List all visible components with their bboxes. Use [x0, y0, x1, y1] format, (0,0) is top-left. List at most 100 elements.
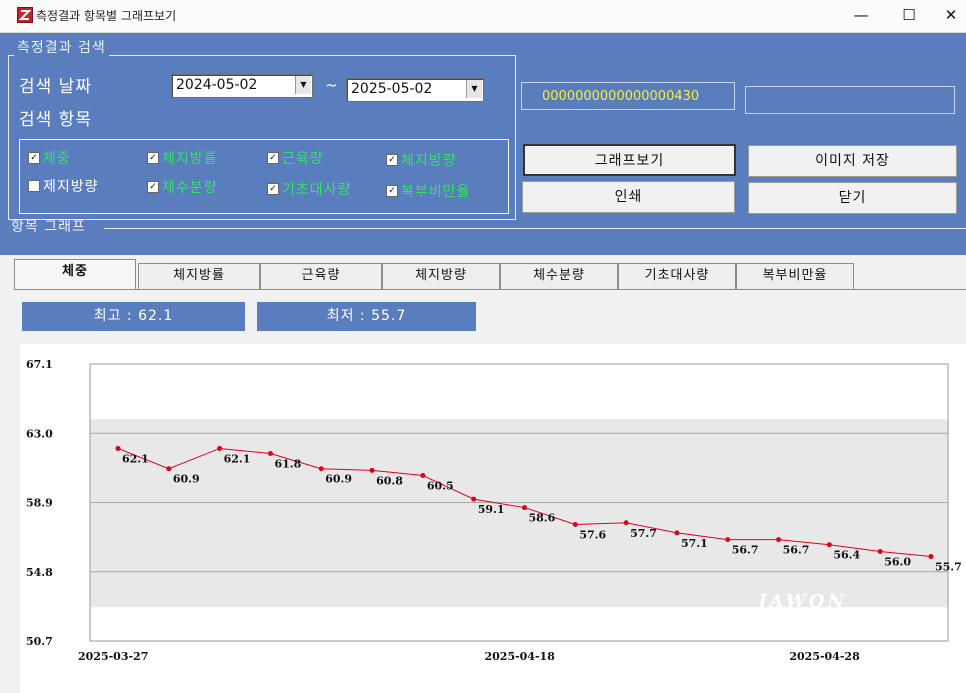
checkbox-abdominal-obesity[interactable]: ✓ 복부비만율	[386, 181, 470, 201]
group-divider	[104, 228, 966, 229]
checkbox-label: 체중	[43, 151, 71, 167]
data-point	[826, 542, 832, 548]
data-label: 60.9	[325, 473, 352, 486]
checkbox-label: 체지방량	[401, 153, 457, 169]
data-point	[725, 537, 731, 543]
checkbox-body-water[interactable]: ✓ 체수분량	[147, 177, 218, 197]
data-point	[623, 520, 629, 526]
checkbox-label: 기초대사량	[282, 182, 352, 198]
checkbox-label: 복부비만율	[401, 184, 471, 200]
tab-body-fat-rate[interactable]: 체지방률	[138, 263, 260, 289]
checkbox-weight[interactable]: ✓ 체중	[28, 148, 71, 168]
data-point	[522, 505, 527, 511]
data-point	[572, 521, 578, 527]
data-label: 55.7	[935, 561, 962, 574]
checkbox-muscle-mass[interactable]: ✓ 근육량	[267, 148, 324, 168]
date-from-value: 2024-05-02	[176, 77, 258, 93]
graph-view-button[interactable]: 그래프보기	[523, 144, 736, 176]
date-to-value: 2025-05-02	[351, 81, 433, 97]
data-point	[267, 451, 273, 457]
y-tick-label: 54.8	[26, 566, 53, 579]
data-point	[166, 466, 172, 472]
tab-weight[interactable]: 체중	[14, 259, 136, 290]
app-logo-icon	[17, 7, 33, 23]
checkbox-box[interactable]: ✓	[267, 152, 279, 164]
print-button[interactable]: 인쇄	[522, 181, 735, 213]
data-point	[420, 472, 426, 478]
checkbox-box[interactable]: ✓	[267, 183, 279, 195]
chevron-down-icon[interactable]: ▼	[466, 80, 482, 98]
checkbox-label: 제지방량	[43, 179, 99, 195]
data-point	[318, 466, 324, 472]
data-label: 56.7	[732, 544, 759, 557]
data-point	[928, 554, 934, 560]
application-window: 측정결과 항목별 그래프보기 — ☐ ✕ 측정결과 검색 검색 날짜 2024-…	[0, 0, 966, 693]
date-from-picker[interactable]: 2024-05-02 ▼	[171, 74, 313, 98]
chevron-down-icon[interactable]: ▼	[295, 76, 311, 94]
data-label: 60.5	[427, 479, 454, 492]
date-label: 검색 날짜	[19, 77, 92, 97]
data-label: 59.1	[478, 503, 505, 516]
tab-body-water[interactable]: 체수분량	[500, 263, 618, 289]
data-point	[217, 445, 223, 451]
minimize-button[interactable]: —	[838, 0, 884, 32]
y-tick-label: 63.0	[26, 427, 53, 440]
min-value-label: 최저 : 55.7	[257, 302, 476, 331]
checkbox-box[interactable]: ✓	[386, 185, 398, 197]
chart-area: 67.1 63.0 58.9 54.8 50.7 62.1 60.9 62.1 61.8 60.9…	[20, 344, 966, 693]
checkbox-bmr[interactable]: ✓ 기초대사량	[267, 179, 351, 199]
graph-group-title: 항목 그래프	[11, 219, 86, 235]
save-image-button[interactable]: 이미지 저장	[748, 145, 957, 177]
maximize-button[interactable]: ☐	[886, 0, 932, 32]
checkbox-box[interactable]: ✓	[147, 181, 159, 193]
data-label: 56.7	[783, 544, 810, 557]
data-point	[877, 548, 883, 554]
y-tick-label: 67.1	[26, 358, 53, 371]
member-name-field[interactable]	[745, 86, 955, 114]
data-label: 61.8	[274, 458, 301, 471]
data-point	[776, 537, 782, 543]
items-label: 검색 항목	[19, 110, 92, 130]
title-bar[interactable]: 측정결과 항목별 그래프보기 — ☐ ✕	[0, 0, 966, 33]
y-tick-label: 58.9	[26, 497, 53, 510]
data-point	[369, 467, 375, 473]
tab-bmr[interactable]: 기초대사량	[618, 263, 736, 289]
weight-line-chart: 67.1 63.0 58.9 54.8 50.7 62.1 60.9 62.1 61.8 60.9…	[26, 358, 962, 663]
tab-body-fat-mass[interactable]: 체지방량	[382, 263, 500, 289]
watermark-logo: JAWON	[755, 591, 847, 612]
checkbox-body-fat-mass[interactable]: ✓ 체지방량	[386, 150, 457, 170]
checkbox-body-fat-rate[interactable]: ✓ 체지방률	[147, 148, 218, 168]
checkbox-label: 근육량	[282, 151, 324, 167]
date-to-picker[interactable]: 2025-05-02 ▼	[346, 78, 484, 102]
close-button[interactable]: 닫기	[748, 182, 957, 214]
checkbox-box[interactable]: ✓	[28, 152, 40, 164]
checkbox-lean-mass[interactable]: 제지방량	[28, 176, 99, 196]
x-tick-label: 2025-04-18	[485, 650, 556, 663]
y-tick-label: 50.7	[26, 635, 53, 648]
tab-baseline	[14, 289, 966, 290]
checkbox-box[interactable]: ✓	[147, 152, 159, 164]
tab-abdominal-obesity[interactable]: 복부비만율	[736, 263, 854, 289]
data-label: 60.8	[376, 474, 403, 487]
checkbox-label: 체지방률	[162, 151, 218, 167]
x-tick-label: 2025-04-28	[789, 650, 860, 663]
data-label: 56.0	[884, 555, 911, 568]
window-title: 측정결과 항목별 그래프보기	[36, 9, 177, 23]
data-point	[674, 530, 680, 536]
x-tick-label: 2025-03-27	[78, 650, 148, 663]
tab-muscle-mass[interactable]: 근육량	[260, 263, 382, 289]
data-label: 57.7	[630, 527, 657, 540]
checkbox-box[interactable]	[28, 180, 40, 192]
member-id-field[interactable]: 0000000000000000430	[521, 82, 735, 110]
data-label: 60.9	[173, 473, 200, 486]
data-label: 62.1	[122, 452, 149, 465]
checkbox-label: 체수분량	[162, 180, 218, 196]
close-window-button[interactable]: ✕	[928, 0, 966, 32]
date-separator: ~	[325, 76, 339, 94]
data-point	[115, 445, 121, 451]
data-label: 57.6	[579, 528, 606, 541]
checkbox-box[interactable]: ✓	[386, 154, 398, 166]
max-value-label: 최고 : 62.1	[22, 302, 245, 331]
data-label: 57.1	[681, 537, 708, 550]
search-group-title: 측정결과 검색	[14, 37, 109, 57]
